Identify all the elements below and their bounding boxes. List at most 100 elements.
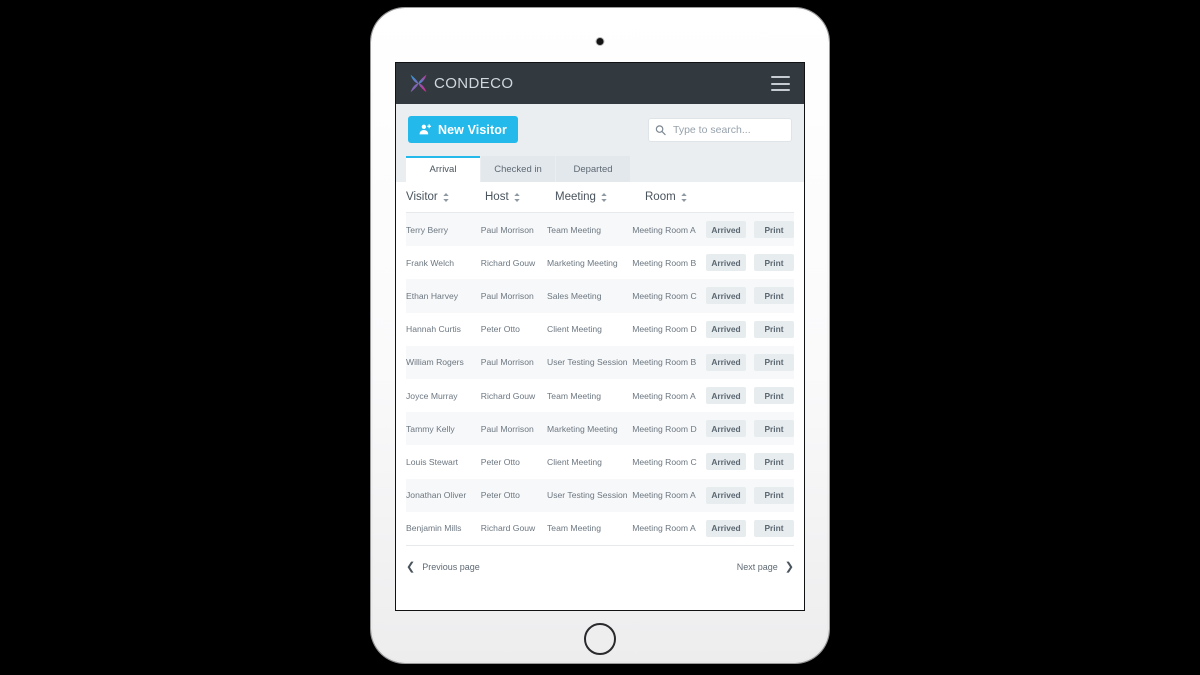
search-input[interactable] <box>648 117 792 142</box>
cell-meeting: User Testing Session <box>547 357 628 368</box>
arrived-button[interactable]: Arrived <box>706 221 746 239</box>
print-button[interactable]: Print <box>754 254 794 272</box>
print-button[interactable]: Print <box>754 519 794 537</box>
print-button[interactable]: Print <box>754 420 794 438</box>
brand-name: CONDECO <box>434 75 514 92</box>
arrived-button[interactable]: Arrived <box>706 420 746 438</box>
cell-meeting: Sales Meeting <box>547 290 602 301</box>
previous-page-label: Previous page <box>422 562 480 573</box>
table-header-row: Visitor Host Meeting Room <box>406 182 794 213</box>
sort-icon <box>443 192 449 202</box>
column-header-host[interactable]: Host <box>485 191 555 203</box>
cell-actions: Arrived Print <box>706 420 794 438</box>
cell-host: Paul Morrison <box>480 290 534 301</box>
column-header-meeting[interactable]: Meeting <box>555 191 645 203</box>
cell-actions: Arrived Print <box>706 254 794 272</box>
table-row[interactable]: Frank Welch Richard Gouw Marketing Meeting… <box>406 246 794 279</box>
table-row[interactable]: Tammy Kelly Paul Morrison Marketing Meetin… <box>406 412 794 446</box>
cell-actions: Arrived Print <box>706 387 794 405</box>
tablet-screen: CONDECO New Visitor Type to search... Ar… <box>396 63 804 610</box>
cell-actions: Arrived Print <box>706 486 794 504</box>
sort-icon <box>513 192 520 202</box>
column-header-room[interactable]: Room <box>645 191 723 203</box>
cell-actions: Arrived Print <box>706 453 794 471</box>
chevron-right-icon: ❯ <box>784 560 794 573</box>
cell-visitor: Louis Stewart <box>406 456 459 467</box>
print-button[interactable]: Print <box>754 287 794 305</box>
tabs-bar: Arrival Checked in Departed <box>396 156 804 182</box>
cell-visitor: Terry Berry <box>406 224 449 235</box>
next-page-label: Next page <box>736 562 778 573</box>
new-visitor-label: New Visitor <box>438 122 507 137</box>
cell-host: Richard Gouw <box>480 390 536 401</box>
print-button[interactable]: Print <box>754 353 794 371</box>
arrived-button[interactable]: Arrived <box>706 486 746 504</box>
next-page-button[interactable]: Next page ❯ <box>736 560 794 573</box>
column-header-room-label: Room <box>645 191 676 203</box>
print-button[interactable]: Print <box>754 320 794 338</box>
print-button[interactable]: Print <box>754 221 794 239</box>
arrived-button[interactable]: Arrived <box>706 387 746 405</box>
chevron-left-icon: ❮ <box>406 560 416 573</box>
tab-departed[interactable]: Departed <box>556 156 631 182</box>
column-header-visitor[interactable]: Visitor <box>406 191 485 203</box>
tab-checked-in[interactable]: Checked in <box>481 156 556 182</box>
cell-room: Meeting Room C <box>632 456 697 467</box>
hamburger-line <box>771 89 790 91</box>
print-button[interactable]: Print <box>754 387 794 405</box>
tab-departed-label: Departed <box>573 163 613 175</box>
hamburger-line <box>771 76 790 78</box>
cell-host: Paul Morrison <box>480 357 534 368</box>
table-row[interactable]: Jonathan Oliver Peter Otto User Testing Se… <box>406 478 794 512</box>
home-button[interactable] <box>584 623 616 655</box>
app-header: CONDECO <box>396 63 804 104</box>
previous-page-button[interactable]: ❮ Previous page <box>406 560 480 573</box>
cell-room: Meeting Room A <box>632 523 696 534</box>
table-row[interactable]: Hannah Curtis Peter Otto Client Meeting Mee… <box>406 313 794 346</box>
hamburger-menu-icon[interactable] <box>771 76 790 91</box>
condeco-x-logo-icon <box>410 74 427 93</box>
screenshot-stage: CONDECO New Visitor Type to search... Ar… <box>0 0 1200 675</box>
cell-host: Paul Morrison <box>480 423 534 434</box>
user-plus-icon <box>419 124 432 135</box>
visitor-table: Visitor Host Meeting Room Terry Berry Pa… <box>396 182 804 545</box>
pagination: ❮ Previous page Next page ❯ <box>406 544 794 589</box>
print-button[interactable]: Print <box>754 486 794 504</box>
sort-icon <box>680 192 687 202</box>
tab-arrival[interactable]: Arrival <box>406 156 481 182</box>
cell-visitor: Jonathan Oliver <box>406 490 467 501</box>
table-row[interactable]: Ethan Harvey Paul Morrison Sales Meeting Me… <box>406 279 794 313</box>
table-row[interactable]: Benjamin Mills Richard Gouw Team Meeting Me… <box>406 512 794 545</box>
table-row[interactable]: Joyce Murray Richard Gouw Team Meeting Meet… <box>406 379 794 412</box>
arrived-button[interactable]: Arrived <box>706 353 746 371</box>
cell-actions: Arrived Print <box>706 320 794 338</box>
table-body: Terry Berry Paul Morrison Team Meeting Meet… <box>406 213 794 545</box>
cell-actions: Arrived Print <box>706 353 794 371</box>
table-row[interactable]: Terry Berry Paul Morrison Team Meeting Meet… <box>406 213 794 247</box>
cell-room: Meeting Room B <box>632 257 697 268</box>
new-visitor-button[interactable]: New Visitor <box>408 116 518 143</box>
table-row[interactable]: William Rogers Paul Morrison User Testing … <box>406 345 794 379</box>
arrived-button[interactable]: Arrived <box>706 254 746 272</box>
arrived-button[interactable]: Arrived <box>706 519 746 537</box>
column-header-visitor-label: Visitor <box>406 191 438 203</box>
column-header-meeting-label: Meeting <box>555 191 596 203</box>
arrived-button[interactable]: Arrived <box>706 320 746 338</box>
brand: CONDECO <box>408 73 513 94</box>
tab-checked-in-label: Checked in <box>494 163 542 175</box>
cell-visitor: William Rogers <box>406 357 464 368</box>
cell-actions: Arrived Print <box>706 287 794 305</box>
arrived-button[interactable]: Arrived <box>706 287 746 305</box>
table-row[interactable]: Louis Stewart Peter Otto Client Meeting Mee… <box>406 445 794 478</box>
cell-visitor: Tammy Kelly <box>406 423 455 434</box>
print-button[interactable]: Print <box>754 453 794 471</box>
arrived-button[interactable]: Arrived <box>706 453 746 471</box>
sort-icon <box>601 192 607 202</box>
column-header-host-label: Host <box>485 191 509 203</box>
cell-host: Richard Gouw <box>480 523 536 534</box>
cell-room: Meeting Room B <box>632 357 697 368</box>
cell-room: Meeting Room A <box>632 224 696 235</box>
cell-visitor: Frank Welch <box>406 257 455 268</box>
cell-visitor: Hannah Curtis <box>406 324 461 335</box>
cell-host: Peter Otto <box>480 324 520 335</box>
